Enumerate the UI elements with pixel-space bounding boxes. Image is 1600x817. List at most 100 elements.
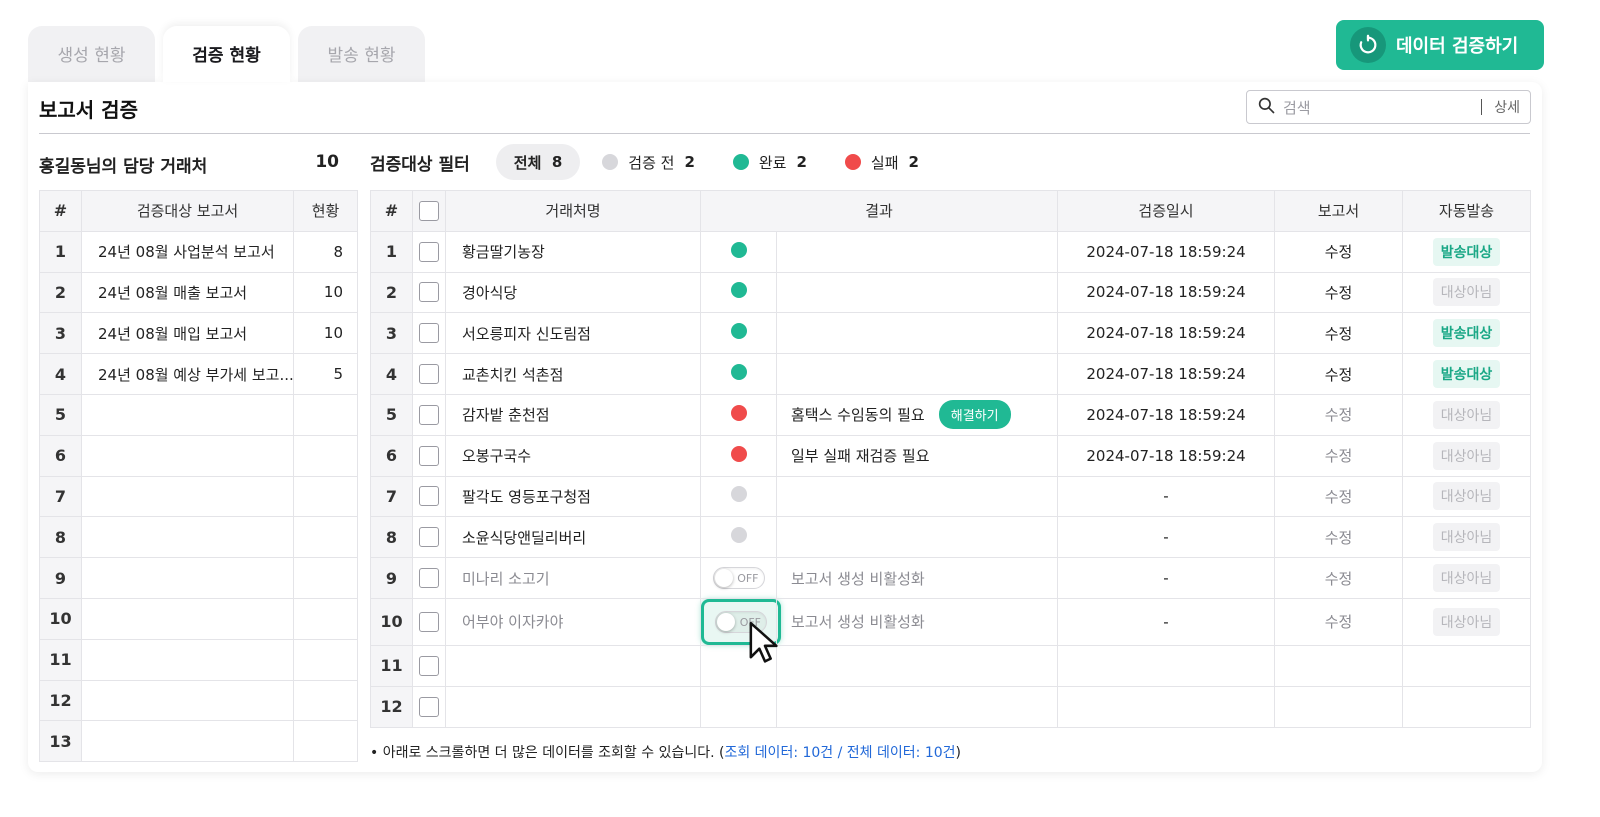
table-row[interactable]: 2 경아식당 2024-07-18 18:59:24 수정 대상아님	[370, 271, 1532, 314]
table-row[interactable]: 3 서오릉피자 신도림점 2024-07-18 18:59:24 수정 발송대상	[370, 312, 1532, 355]
tab-generation-status[interactable]: 생성 현황	[28, 26, 155, 82]
client-name: 소윤식당앤딜리버리	[445, 516, 701, 559]
table-row[interactable]: 9	[39, 557, 358, 599]
report-edit-link[interactable]: 수정	[1274, 271, 1404, 314]
report-edit-link[interactable]: 수정	[1274, 516, 1404, 559]
result-cell	[775, 353, 1059, 395]
search-detail-button[interactable]: 상세	[1494, 97, 1520, 117]
select-all-checkbox[interactable]	[419, 200, 439, 221]
table-row[interactable]: 13	[39, 720, 358, 763]
report-count: 10	[293, 271, 358, 314]
auto-send-badge: 대상아님	[1432, 564, 1501, 593]
report-edit-link[interactable]: 수정	[1274, 353, 1404, 395]
row-checkbox[interactable]	[419, 568, 439, 589]
table-row[interactable]: 6	[39, 434, 358, 477]
table-row[interactable]: 9 미나리 소고기 OFF 보고서 생성 비활성화 - 수정 대상아님	[370, 557, 1532, 599]
row-checkbox[interactable]	[419, 404, 439, 425]
pending-dot-icon	[602, 154, 619, 170]
report-name	[81, 393, 294, 436]
report-edit-link[interactable]: 수정	[1274, 475, 1404, 518]
search-input[interactable]: 검색	[1283, 97, 1481, 118]
report-edit-link[interactable]: 수정	[1274, 393, 1404, 436]
verify-button-label: 데이터 검증하기	[1396, 36, 1519, 57]
table-row[interactable]: 11	[370, 644, 1532, 687]
report-edit-link[interactable]: 수정	[1274, 434, 1404, 477]
row-checkbox[interactable]	[419, 445, 439, 466]
row-index: 11	[370, 644, 413, 687]
row-index: 12	[39, 679, 82, 722]
report-count: 10	[293, 312, 358, 355]
row-index: 3	[39, 312, 82, 355]
table-row[interactable]: 8 소윤식당앤딜리버리 - 수정 대상아님	[370, 516, 1532, 559]
report-edit-link[interactable]: 수정	[1274, 557, 1404, 599]
filter-pending-count: 2	[684, 153, 695, 171]
table-row[interactable]: 10어부야 이자카야OFF보고서 생성 비활성화-수정대상아님	[370, 597, 1532, 646]
row-index: 13	[39, 720, 82, 763]
report-edit-link[interactable]: 수정	[1274, 230, 1404, 273]
table-row[interactable]: 6 오봉구국수 일부 실패 재검증 필요 2024-07-18 18:59:24 수정 대…	[370, 434, 1532, 477]
tab-verification-status[interactable]: 검증 현황	[163, 26, 290, 82]
verify-data-button[interactable]: 데이터 검증하기	[1336, 20, 1544, 70]
status-green-dot-icon	[730, 282, 747, 299]
row-index: 9	[39, 557, 82, 599]
row-checkbox[interactable]	[419, 611, 439, 632]
filter-fail[interactable]: 실패 2	[844, 152, 919, 173]
result-cell	[775, 312, 1059, 355]
table-row[interactable]: 1 24년 08월 사업분석 보고서 8	[39, 230, 358, 273]
table-row[interactable]: 7 팔각도 영등포구청점 - 수정 대상아님	[370, 475, 1532, 518]
row-checkbox[interactable]	[419, 655, 439, 676]
client-name: 감자밭 춘천점	[445, 393, 701, 436]
table-row[interactable]: 1 황금딸기농장 2024-07-18 18:59:24 수정 발송대상	[370, 230, 1532, 273]
status-cell	[700, 353, 777, 395]
result-text: 보고서 생성 비활성화	[791, 569, 925, 588]
row-index: 6	[370, 434, 413, 477]
scroll-note: • 아래로 스크롤하면 더 많은 데이터를 조회할 수 있습니다. (조회 데이…	[370, 742, 961, 762]
table-row[interactable]: 7	[39, 475, 358, 518]
row-checkbox[interactable]	[419, 282, 439, 303]
search-icon	[1257, 96, 1275, 118]
search-box[interactable]: 검색 상세	[1246, 90, 1531, 124]
note-data-count-link[interactable]: 조회 데이터: 10건 / 전체 데이터: 10건	[724, 745, 955, 761]
row-index: 5	[370, 393, 413, 436]
report-edit-link[interactable]: 수정	[1274, 597, 1404, 646]
client-name: 서오릉피자 신도림점	[445, 312, 701, 355]
filter-done[interactable]: 완료 2	[732, 152, 807, 173]
row-index: 7	[370, 475, 413, 518]
auto-send-cell: 대상아님	[1402, 271, 1532, 314]
row-checkbox[interactable]	[419, 364, 439, 385]
col-header-report: 보고서	[1274, 190, 1404, 232]
report-name	[81, 720, 294, 763]
filter-pending[interactable]: 검증 전 2	[602, 152, 695, 173]
resolve-button[interactable]: 해결하기	[938, 400, 1011, 430]
tab-send-status[interactable]: 발송 현황	[298, 26, 425, 82]
table-row[interactable]: 12	[39, 679, 358, 722]
report-generation-toggle[interactable]: OFF	[712, 567, 765, 590]
client-name: 교촌치킨 석촌점	[445, 353, 701, 395]
client-summary-title: 홍길동님의 담당 거래처	[39, 157, 208, 177]
row-checkbox[interactable]	[419, 323, 439, 344]
row-checkbox[interactable]	[419, 696, 439, 717]
table-row[interactable]: 5 감자밭 춘천점 홈택스 수임동의 필요 해결하기 2024-07-18 18:59:…	[370, 393, 1532, 436]
table-row[interactable]: 3 24년 08월 매입 보고서 10	[39, 312, 358, 355]
auto-send-badge: 발송대상	[1432, 319, 1501, 348]
auto-send-badge: 대상아님	[1432, 607, 1501, 636]
table-row[interactable]: 8	[39, 516, 358, 559]
filter-all-count: 8	[551, 153, 563, 171]
table-row[interactable]: 2 24년 08월 매출 보고서 10	[39, 271, 358, 314]
report-name	[81, 434, 294, 477]
row-checkbox[interactable]	[419, 527, 439, 548]
filter-all[interactable]: 전체 8	[495, 144, 581, 180]
row-checkbox[interactable]	[419, 486, 439, 507]
auto-send-badge: 발송대상	[1432, 360, 1501, 389]
table-row[interactable]: 4 교촌치킨 석촌점 2024-07-18 18:59:24 수정 발송대상	[370, 353, 1532, 395]
report-edit-link[interactable]: 수정	[1274, 312, 1404, 355]
divider	[39, 133, 1530, 134]
table-row[interactable]: 10	[39, 597, 358, 640]
status-red-dot-icon	[730, 404, 747, 421]
table-row[interactable]: 4 24년 08월 예상 부가세 보고... 5	[39, 353, 358, 395]
table-row[interactable]: 11	[39, 638, 358, 681]
verified-date: 2024-07-18 18:59:24	[1057, 271, 1276, 314]
row-checkbox[interactable]	[419, 241, 439, 262]
table-row[interactable]: 5	[39, 393, 358, 436]
table-row[interactable]: 12	[370, 685, 1532, 728]
